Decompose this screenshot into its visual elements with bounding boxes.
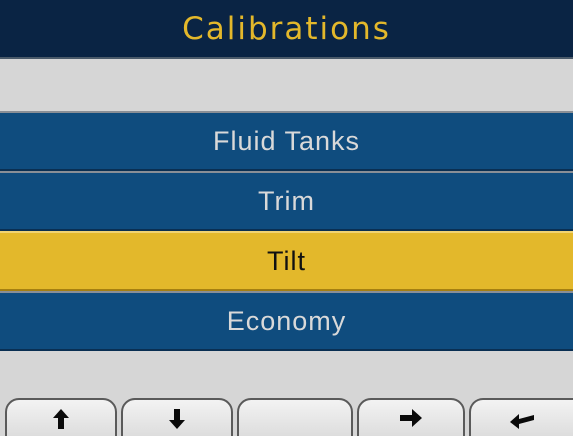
softkey-blank-button[interactable] [237, 398, 353, 436]
softkey-enter-button[interactable] [469, 398, 573, 436]
softkey-down-button[interactable] [121, 398, 233, 436]
menu-item-label: Tilt [267, 245, 306, 276]
softkey-right-button[interactable] [357, 398, 465, 436]
menu-item-label: Economy [226, 305, 347, 336]
enter-arrow-icon [510, 414, 534, 429]
menu-item-label: Fluid Tanks [212, 125, 361, 156]
page-title: Calibrations [182, 10, 391, 47]
menu-item-economy[interactable]: Economy [0, 291, 573, 351]
blank-area-top [0, 59, 573, 111]
softkey-bar [0, 398, 573, 436]
menu-item-trim[interactable]: Trim [0, 171, 573, 231]
display-screen: Calibrations Fluid Tanks Trim Tilt Econo… [0, 0, 573, 436]
blank-area-bottom [0, 351, 573, 398]
title-bar: Calibrations [0, 0, 573, 59]
arrow-down-icon [169, 409, 185, 429]
softkey-up-button[interactable] [5, 398, 117, 436]
calibration-menu: Fluid Tanks Trim Tilt Economy [0, 111, 573, 351]
menu-item-tilt[interactable]: Tilt [0, 231, 573, 291]
menu-item-fluid-tanks[interactable]: Fluid Tanks [0, 111, 573, 171]
arrow-up-icon [53, 409, 69, 429]
menu-item-label: Trim [258, 185, 315, 216]
arrow-right-icon [400, 409, 422, 427]
